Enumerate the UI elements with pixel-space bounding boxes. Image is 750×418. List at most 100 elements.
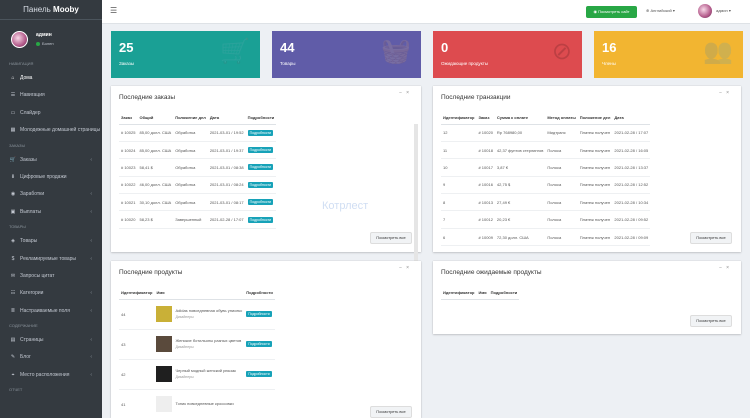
details-button[interactable]: Подробности: [247, 181, 274, 188]
sidebar-item[interactable]: $ Рекламируемые товары ‹: [0, 251, 102, 268]
stat-label: Ожидающие продукты: [441, 61, 489, 66]
table-row[interactable]: # 10025 85,00 долл. США Обработка 2021-03-0…: [119, 124, 277, 142]
table-cell: 11: [441, 141, 477, 160]
table-row[interactable]: 9 # 10016 42,75 $ Полоса Платеж получен 2021-…: [441, 176, 651, 195]
sidebar-item-label: Заказы: [20, 156, 37, 163]
table-cell: Подробности: [245, 141, 277, 160]
cell-text: 46,00 долл. США: [139, 182, 172, 188]
stat-box[interactable]: 44 Товары 🧺: [272, 31, 421, 78]
table-cell: 7: [441, 210, 477, 229]
table-row[interactable]: 8 # 10013 27,49 € Полоса Платеж получен 2021-…: [441, 193, 651, 212]
sidebar-item[interactable]: ▤ Страницы ‹: [0, 332, 102, 349]
column-header: Заказ: [476, 111, 495, 125]
sidebar-item[interactable]: ◉ Заработки ‹: [0, 186, 102, 203]
table-row[interactable]: # 10023 58,41 $ Обработка 2021-03-01 / 08:3…: [119, 158, 277, 177]
sidebar-item-label: Товары: [20, 238, 38, 245]
product-thumbnail[interactable]: [156, 306, 173, 322]
table-cell: 6: [441, 228, 477, 247]
sidebar-item[interactable]: ⌖ Место расположения ‹: [0, 367, 102, 384]
sidebar-item[interactable]: ◈ Товары ‹: [0, 233, 102, 250]
close-icon[interactable]: ×: [406, 90, 413, 96]
table-cell: Подробности: [244, 299, 275, 330]
table-cell: Женские ботильоны разных цветов Дизайнеры: [154, 329, 245, 360]
table-row[interactable]: 11 # 10018 42,37 фунтов стерлингов Полоса Пл…: [441, 141, 651, 160]
product-name[interactable]: Adidas повседневная обувь унисекс: [175, 308, 242, 313]
product-name[interactable]: Топик повседневные кроссовки: [175, 401, 233, 406]
card-title: Последние заказы: [119, 94, 176, 101]
table-row[interactable]: # 10020 58,23 $ Завершенный 2021-02-28 / 17…: [119, 210, 277, 229]
table-cell: 9: [441, 176, 477, 195]
view-all-orders-button[interactable]: Посмотреть все: [370, 232, 412, 244]
stat-box[interactable]: 16 Члены 👥: [594, 31, 743, 78]
user-avatar[interactable]: [11, 31, 28, 48]
topbar-avatar[interactable]: [698, 4, 712, 18]
hamburger-menu-icon[interactable]: ☰: [110, 6, 117, 15]
column-header: Положение дел: [577, 111, 613, 125]
view-site-button[interactable]: ◉ Посмотреть сайт: [586, 6, 637, 18]
brand-logo[interactable]: Панель Mooby: [0, 0, 102, 20]
user-name[interactable]: админ: [36, 32, 52, 38]
table-row[interactable]: 12 # 10020 Rp 768980,00 Мидтранс Платеж полу…: [441, 124, 651, 142]
table-cell: # 10020: [476, 124, 495, 142]
details-button[interactable]: Подробности: [247, 147, 274, 154]
view-all-pending-button[interactable]: Посмотреть все: [690, 315, 732, 327]
details-button[interactable]: Подробности: [247, 216, 274, 223]
sidebar-item[interactable]: ▦ Молодежные домашней страницы: [0, 122, 102, 139]
table-row[interactable]: 42 Черный модный женский рюкзак Дизайнеры П…: [119, 359, 275, 390]
table-row[interactable]: # 10022 46,00 долл. США Обработка 2021-03-0…: [119, 176, 277, 195]
details-button[interactable]: Подробности: [246, 341, 272, 347]
table-row[interactable]: 43 Женские ботильоны разных цветов Дизайне…: [119, 329, 275, 360]
table-cell: 42,37 фунтов стерлингов: [494, 141, 546, 160]
product-thumbnail[interactable]: [156, 396, 173, 412]
table-cell: 85,00 долл. США: [137, 124, 174, 142]
chevron-icon: ‹: [90, 371, 92, 378]
view-all-transactions-button[interactable]: Посмотреть все: [690, 232, 732, 244]
product-name[interactable]: Женские ботильоны разных цветов: [175, 338, 241, 343]
table-row[interactable]: 41 Топик повседневные кроссовки: [119, 389, 275, 418]
details-button[interactable]: Подробности: [246, 311, 272, 317]
details-button[interactable]: Подробности: [247, 199, 274, 206]
sidebar-item[interactable]: ⌂ Дома: [0, 70, 102, 87]
cell-text: 9: [443, 182, 446, 188]
stat-box[interactable]: 25 Заказы 🛒: [111, 31, 260, 78]
details-button[interactable]: Подробности: [247, 129, 274, 136]
table-row[interactable]: 7 # 10012 20,23 € Полоса Платеж получен 2021-…: [441, 210, 651, 229]
table-row[interactable]: # 10021 30,10 долл. США Обработка 2021-03-0…: [119, 193, 277, 212]
table-cell: 42,75 $: [494, 176, 546, 195]
chevron-icon: ‹: [90, 191, 92, 198]
table-row[interactable]: 10 # 10017 3,87 € Полоса Платеж получен 2021-…: [441, 158, 651, 177]
product-category: Дизайнеры: [175, 375, 194, 379]
sidebar-item[interactable]: 🛒 Заказы ‹: [0, 152, 102, 169]
sidebar-item[interactable]: ☷ Категории ‹: [0, 285, 102, 302]
sidebar-menu: НАВИГАЦИЯ ⌂ Дома ☰ Навигация ▭ Слайдер ▦ Молодеж…: [0, 58, 102, 396]
language-dropdown[interactable]: ⊕ Английский ▾: [646, 8, 675, 13]
stat-label: Заказы: [119, 61, 135, 66]
cell-text: 10: [443, 164, 448, 170]
sidebar-item[interactable]: ▭ Слайдер: [0, 105, 102, 122]
close-icon[interactable]: ×: [726, 90, 733, 96]
table-cell: Полоса: [545, 210, 578, 229]
details-button[interactable]: Подробности: [246, 371, 272, 377]
close-icon[interactable]: ×: [726, 265, 733, 271]
product-name[interactable]: Черный модный женский рюкзак: [175, 368, 235, 373]
table-row[interactable]: 44 Adidas повседневная обувь унисекс Дизай…: [119, 299, 275, 330]
product-thumbnail[interactable]: [156, 336, 173, 352]
cell-text: 72,30 долл. США: [496, 234, 529, 240]
table-row[interactable]: # 10024 85,00 долл. США Обработка 2021-03-0…: [119, 141, 277, 160]
sidebar-item[interactable]: ⬇ Цифровые продажи: [0, 169, 102, 186]
stat-box[interactable]: 0 Ожидающие продукты ⊘: [433, 31, 582, 78]
table-row[interactable]: 6 # 10009 72,30 долл. США Полоса Платеж полу…: [441, 228, 651, 247]
sidebar-item[interactable]: ≣ Настраиваемые поля ‹: [0, 303, 102, 320]
view-all-products-button[interactable]: Посмотреть все: [370, 406, 412, 418]
topbar: ☰ ◉ Посмотреть сайт ⊕ Английский ▾ админ…: [102, 0, 750, 24]
sidebar-item[interactable]: ▣ Выплаты ‹: [0, 204, 102, 221]
cell-text: 2021-03-01 / 08:17: [209, 199, 244, 205]
sidebar-item[interactable]: ✎ Блог ‹: [0, 349, 102, 366]
sidebar-item[interactable]: ☰ Навигация: [0, 87, 102, 104]
sidebar-item[interactable]: ✉ Запросы цитат: [0, 268, 102, 285]
user-dropdown[interactable]: админ ▾: [716, 8, 731, 13]
card-tools: −×: [719, 90, 733, 96]
product-thumbnail[interactable]: [156, 366, 173, 382]
details-button[interactable]: Подробности: [247, 164, 274, 171]
close-icon[interactable]: ×: [406, 265, 413, 271]
